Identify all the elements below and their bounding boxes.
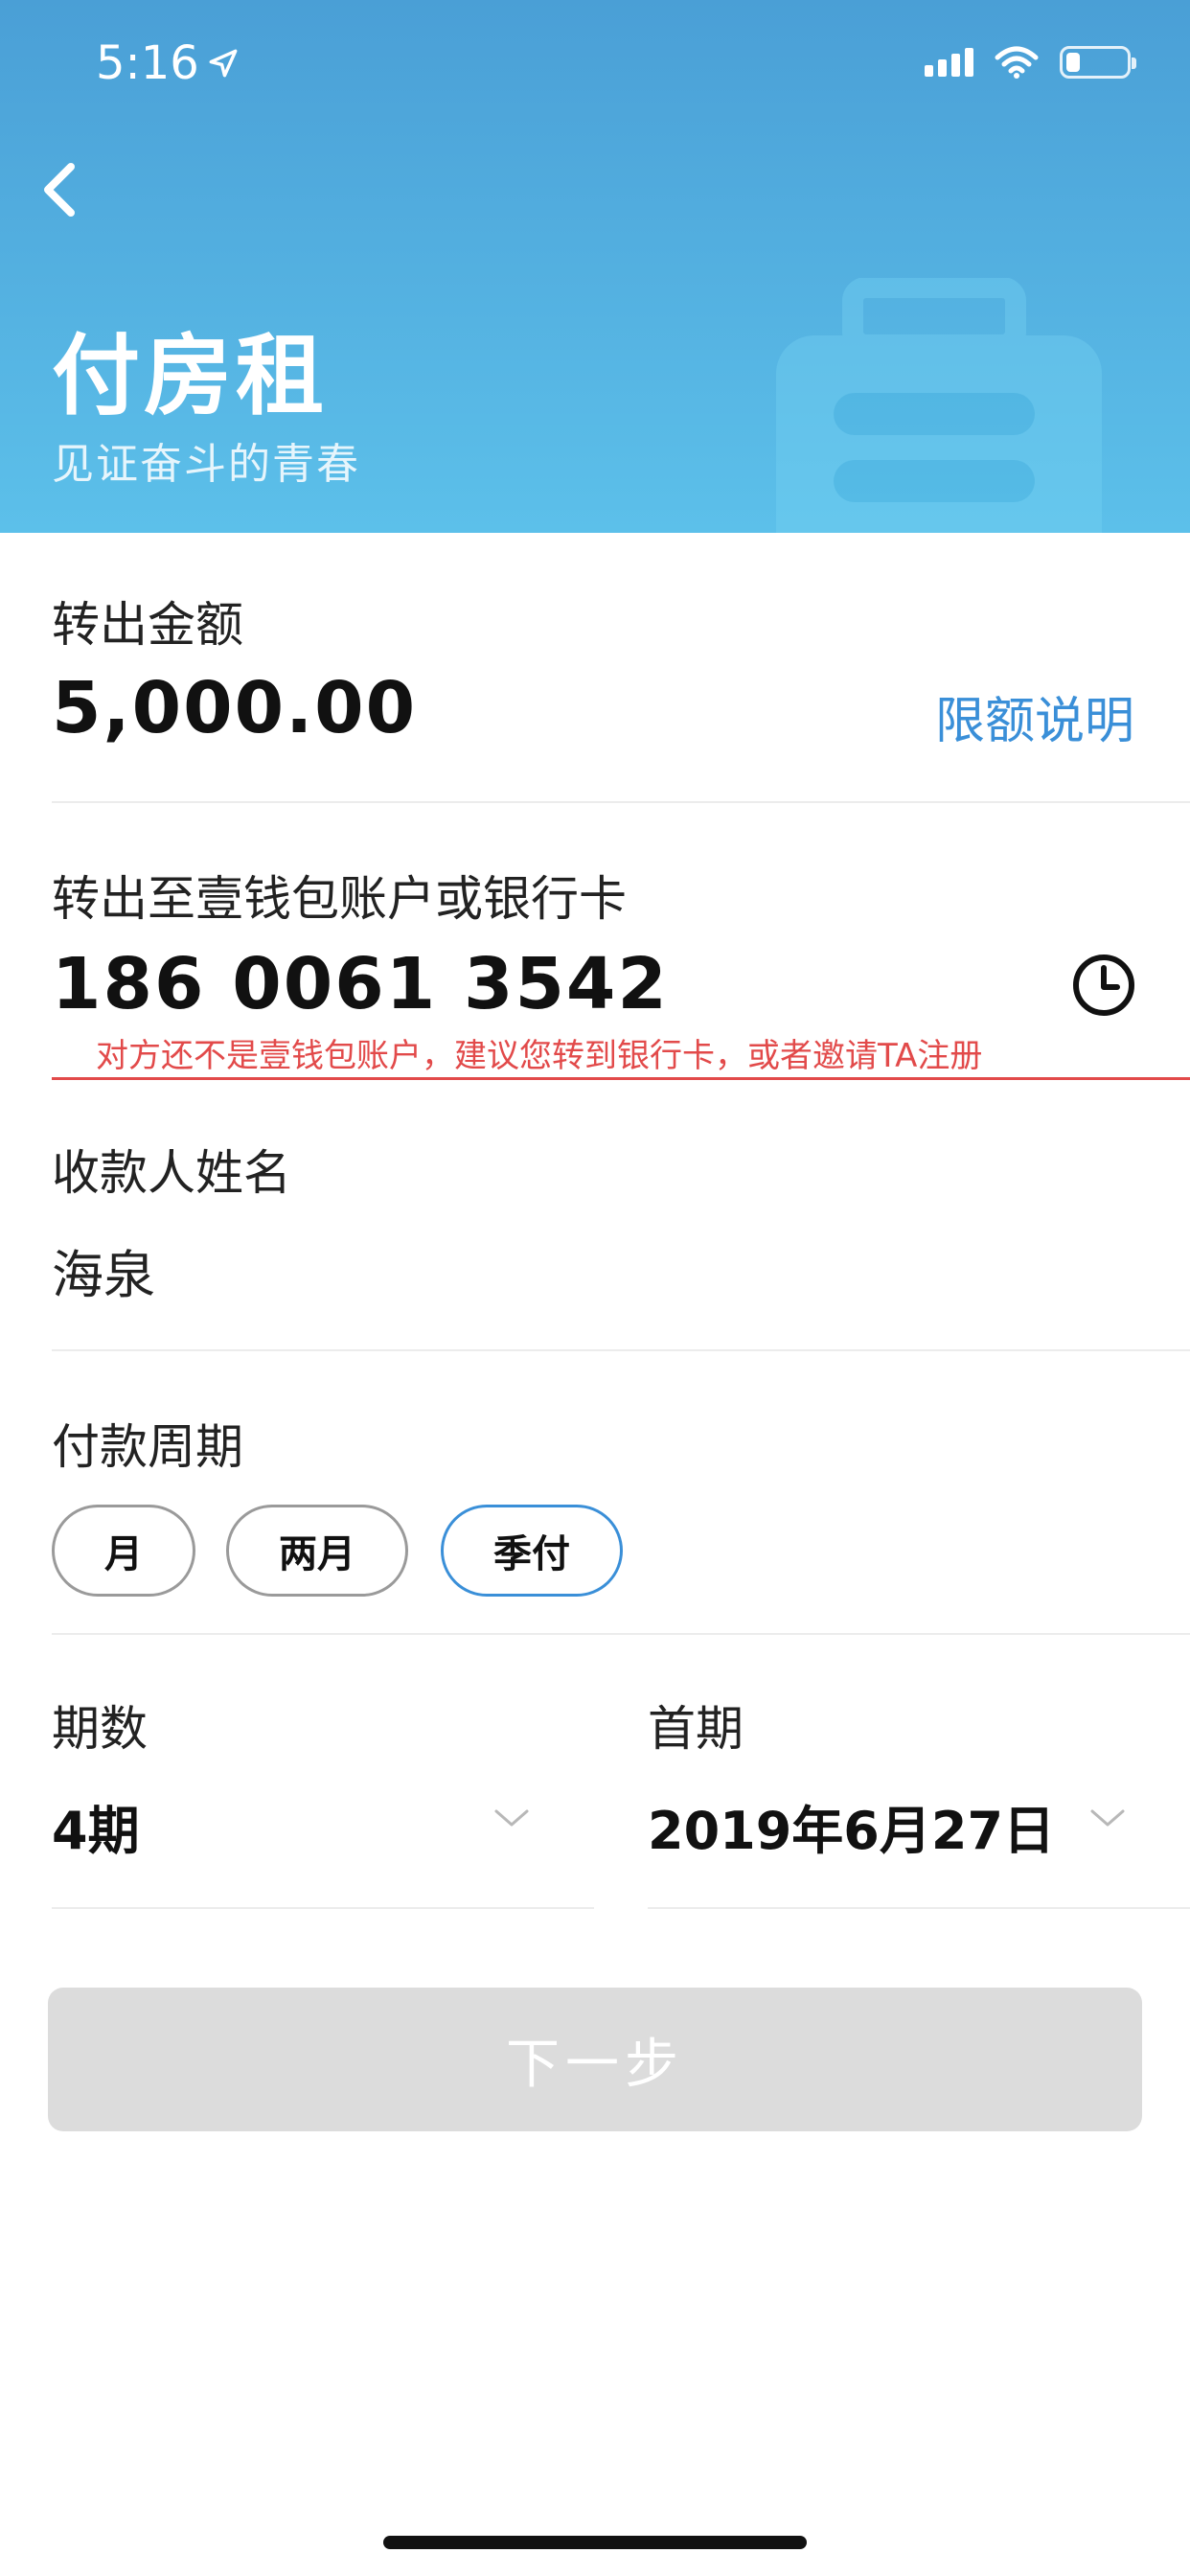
payment-period-label: 付款周期: [52, 1419, 243, 1475]
status-time: 5:16: [96, 36, 240, 90]
wifi-icon: [995, 46, 1039, 79]
first-period-date-select[interactable]: 2019年6月27日: [648, 1788, 1055, 1864]
status-indicators: [925, 46, 1136, 79]
recipient-error-message: 对方还不是壹钱包账户，建议您转到银行卡，或者邀请TA注册: [96, 1037, 983, 1075]
recipient-account-input[interactable]: 186 0061 3542: [52, 943, 669, 1025]
battery-icon: [1060, 46, 1136, 79]
status-time-text: 5:16: [96, 36, 199, 90]
recipient-label: 转出至壹钱包账户或银行卡: [52, 871, 627, 927]
installments-select[interactable]: 4期: [52, 1788, 140, 1864]
chevron-left-icon: [44, 163, 75, 217]
divider: [648, 1907, 1190, 1909]
period-option-bimonthly[interactable]: 两月: [226, 1505, 408, 1597]
page-title: 付房租: [52, 325, 329, 427]
first-period-label: 首期: [648, 1701, 744, 1757]
payee-label: 收款人姓名: [52, 1145, 291, 1201]
recipient-error-underline: [52, 1077, 1190, 1080]
chevron-down-icon[interactable]: [1088, 1807, 1127, 1830]
cellular-signal-icon: [925, 48, 973, 77]
chevron-down-icon[interactable]: [492, 1807, 531, 1830]
suitcase-illustration-icon: [776, 278, 1102, 533]
amount-label: 转出金额: [52, 597, 243, 653]
period-option-quarterly[interactable]: 季付: [441, 1505, 623, 1597]
divider: [52, 1349, 1190, 1351]
back-button[interactable]: [38, 153, 96, 230]
divider: [52, 1633, 1190, 1635]
location-arrow-icon: [209, 49, 238, 78]
header-banner: 5:16 付房租 见证奋斗的青春: [0, 0, 1190, 533]
limit-info-link[interactable]: 限额说明: [935, 680, 1134, 752]
divider: [52, 801, 1190, 803]
home-indicator[interactable]: [383, 2536, 807, 2549]
history-clock-icon[interactable]: [1071, 953, 1136, 1018]
divider: [52, 1907, 594, 1909]
amount-value: 5,000.00: [52, 667, 418, 749]
page-subtitle: 见证奋斗的青春: [52, 440, 360, 489]
payee-name-field[interactable]: 海泉: [52, 1232, 155, 1308]
next-step-button[interactable]: 下一步: [48, 1988, 1142, 2131]
period-option-monthly[interactable]: 月: [52, 1505, 195, 1597]
installments-label: 期数: [52, 1701, 148, 1757]
